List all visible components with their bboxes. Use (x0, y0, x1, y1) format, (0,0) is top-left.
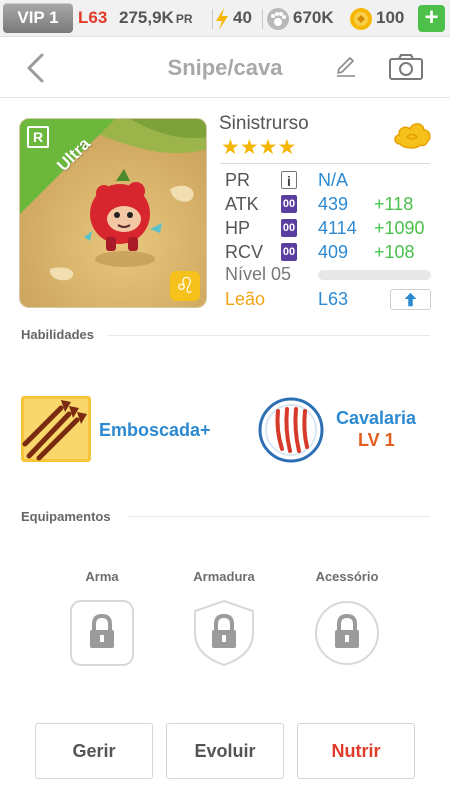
power-unit: PR (175, 12, 193, 26)
claw-marks-icon[interactable] (258, 397, 324, 463)
stat-value: 439 (318, 194, 349, 214)
equipment-section-title: Equipamentos (21, 509, 111, 524)
stat-label: RCV (225, 242, 264, 262)
stat-value: 409 (318, 242, 349, 262)
star-rating: ★★★★ (221, 137, 297, 159)
player-level: L63 (78, 8, 108, 27)
skill-level: LV 1 (358, 430, 395, 450)
stat-type-icon: 00 (281, 243, 297, 261)
stars-icon: ★★★★ (221, 136, 297, 159)
skill-name: Emboscada+ (99, 420, 211, 440)
equip-slot-label: Arma (85, 569, 119, 584)
camera-icon[interactable] (388, 53, 424, 81)
power-rating: 275,9K PR (119, 7, 193, 30)
gem-coin-icon (350, 8, 372, 30)
stat-label: HP (225, 218, 251, 238)
manage-button[interactable]: Gerir (35, 723, 153, 779)
stat-value: 4114 (318, 218, 357, 238)
weapon-slot-lock-icon[interactable] (69, 599, 135, 667)
hero-name: Sinistrurso (219, 113, 309, 134)
section-divider (127, 516, 430, 517)
energy-value: 40 (233, 8, 252, 27)
stat-label: ATK (225, 194, 259, 214)
stat-type-icon: 00 (281, 195, 297, 213)
add-gems-button[interactable]: + (418, 5, 445, 32)
accessory-slot-lock-icon[interactable] (314, 599, 380, 667)
stat-bonus: +1090 (374, 218, 425, 238)
page-title: Snipe/cava (167, 55, 283, 80)
gems-value: 100 (376, 8, 405, 27)
element-cloud-icon[interactable] (392, 118, 432, 152)
stat-label: PR (225, 170, 251, 190)
level-up-arrow-icon[interactable] (390, 289, 431, 310)
pencil-icon[interactable] (334, 54, 358, 78)
vip-badge[interactable]: VIP 1 (3, 3, 73, 33)
zodiac-name: Leão (225, 289, 266, 309)
coins-value: 670K (293, 8, 334, 27)
rarity-r-badge: R (27, 126, 49, 148)
hero-level: Nível 05 (225, 264, 292, 284)
info-icon[interactable]: i (281, 171, 297, 189)
paw-coin-icon (267, 8, 289, 30)
stat-value: N/A (318, 170, 349, 190)
stat-bonus: +108 (374, 242, 415, 262)
skills-section-title: Habilidades (21, 327, 94, 342)
feed-button[interactable]: Nutrir (297, 723, 415, 779)
xp-progress-bar (318, 270, 431, 280)
power-value: 275,9K (119, 8, 174, 27)
equip-slot-label: Armadura (193, 569, 255, 584)
section-divider (107, 335, 430, 336)
stat-bonus: +118 (374, 194, 414, 214)
status-bar: VIP 1 L63 275,9K PR 40 670K 100 + (0, 0, 450, 37)
level-cap: L63 (318, 289, 349, 309)
status-divider (262, 9, 263, 29)
arrows-skill-icon[interactable] (21, 396, 91, 462)
hero-portrait[interactable]: R Ultra ♌ (19, 118, 207, 308)
stat-type-icon: 00 (281, 219, 297, 237)
stat-divider (220, 163, 430, 164)
skill-name: Cavalaria (336, 408, 417, 428)
equip-slot-label: Acessório (315, 569, 379, 584)
nav-bar: Snipe/cava (0, 38, 450, 98)
evolve-button[interactable]: Evoluir (166, 723, 284, 779)
lightning-icon (216, 8, 228, 30)
status-divider (212, 9, 213, 29)
armor-slot-lock-icon[interactable] (191, 599, 257, 667)
zodiac-leo-icon: ♌ (170, 271, 200, 301)
